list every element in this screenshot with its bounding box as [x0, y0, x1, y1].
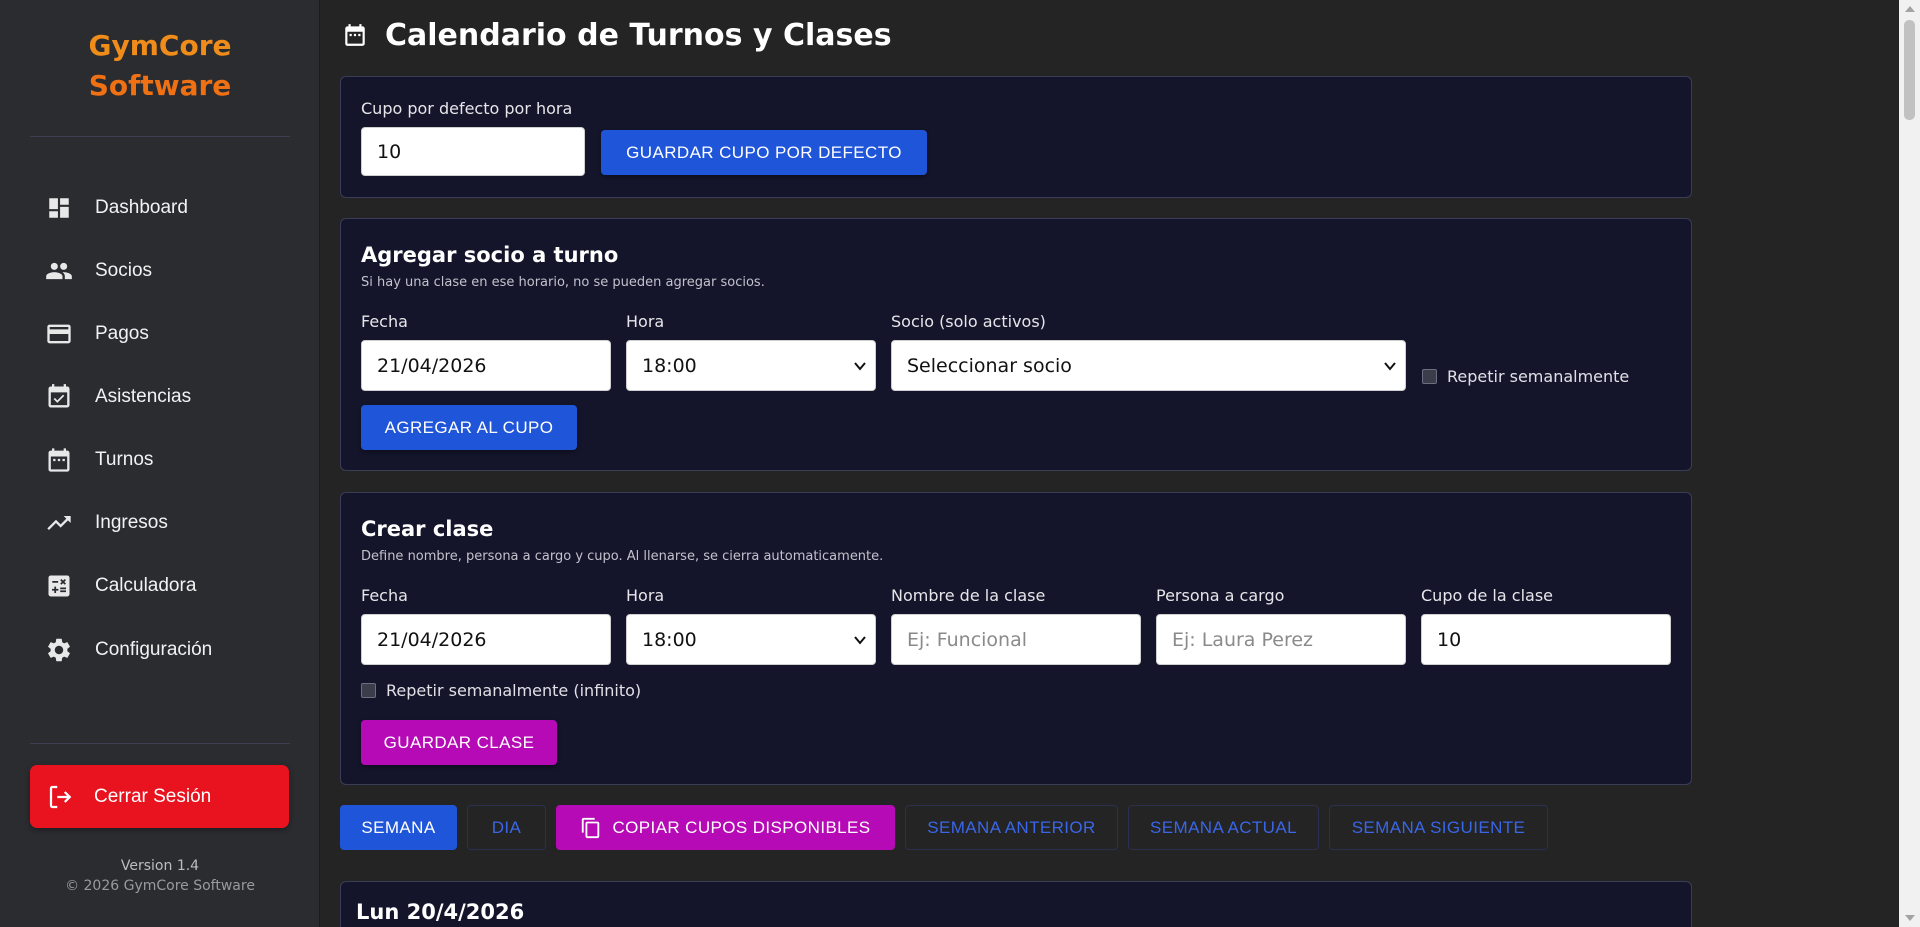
sidebar-item-label: Socios [95, 260, 153, 281]
calendar-icon [341, 21, 369, 49]
member-label: Socio (solo activos) [891, 312, 1046, 331]
brand-line-2: Software [88, 69, 232, 102]
repeat-infinite-label: Repetir semanalmente (infinito) [386, 681, 642, 700]
default-capacity-input[interactable]: 10 [361, 127, 585, 176]
add-member-card: Agregar socio a turno Si hay una clase e… [340, 218, 1692, 471]
chevron-down-icon [853, 631, 867, 653]
date-label: Fecha [361, 586, 408, 605]
hour-select-value: 18:00 [642, 354, 697, 377]
sidebar-item-dashboard[interactable]: Dashboard [30, 183, 290, 233]
day-title: Lun 20/4/2026 [356, 900, 525, 924]
chevron-down-icon [853, 357, 867, 379]
sidebar-divider [30, 136, 290, 137]
people-icon [44, 256, 74, 286]
page-header: Calendario de Turnos y Clases [341, 14, 892, 56]
hour-label: Hora [626, 586, 665, 605]
credit-card-icon [44, 319, 74, 349]
add-member-title: Agregar socio a turno [361, 243, 619, 267]
tab-day[interactable]: DIA [467, 805, 546, 850]
create-class-subtitle: Define nombre, persona a cargo y cupo. A… [361, 549, 884, 564]
hour-label: Hora [626, 312, 665, 331]
add-to-slot-button[interactable]: AGREGAR AL CUPO [361, 405, 577, 450]
logout-icon [46, 782, 76, 812]
sidebar-item-label: Calculadora [95, 575, 197, 596]
logout-button[interactable]: Cerrar Sesión [30, 765, 289, 828]
main-content: Calendario de Turnos y Clases Cupo por d… [321, 0, 1899, 927]
repeat-weekly-checkbox[interactable] [1422, 369, 1437, 384]
sidebar-item-asistencias[interactable]: Asistencias [30, 372, 290, 422]
copyright: © 2026 GymCore Software [65, 878, 255, 894]
create-class-card: Crear clase Define nombre, persona a car… [340, 492, 1692, 785]
prev-week-button[interactable]: SEMANA ANTERIOR [905, 805, 1118, 850]
repeat-infinite-checkbox[interactable] [361, 683, 376, 698]
sidebar-item-label: Turnos [95, 449, 154, 470]
scroll-up-arrow-icon[interactable] [1905, 6, 1915, 12]
calendar-check-icon [44, 382, 74, 412]
sidebar-item-socios[interactable]: Socios [30, 246, 290, 296]
person-input[interactable]: Ej: Laura Perez [1156, 614, 1406, 665]
sidebar-item-calculadora[interactable]: Calculadora [30, 561, 290, 611]
copy-icon [580, 816, 602, 840]
default-capacity-card: Cupo por defecto por hora 10 GUARDAR CUP… [340, 76, 1692, 198]
sidebar-item-configuracion[interactable]: Configuración [30, 625, 290, 675]
calendar-icon [44, 445, 74, 475]
logout-label: Cerrar Sesión [94, 785, 212, 807]
repeat-weekly-label: Repetir semanalmente [1447, 367, 1630, 386]
sidebar-item-label: Dashboard [95, 197, 188, 218]
chevron-down-icon [1383, 357, 1397, 379]
scroll-down-arrow-icon[interactable] [1905, 915, 1915, 921]
date-input[interactable]: 21/04/2026 [361, 340, 611, 391]
sidebar-item-turnos[interactable]: Turnos [30, 435, 290, 485]
dashboard-icon [44, 193, 74, 223]
class-capacity-input[interactable]: 10 [1421, 614, 1671, 665]
sidebar-item-ingresos[interactable]: Ingresos [30, 498, 290, 548]
sidebar: GymCore Software Dashboard Socios Pagos … [0, 0, 320, 927]
class-date-input[interactable]: 21/04/2026 [361, 614, 611, 665]
class-name-input[interactable]: Ej: Funcional [891, 614, 1141, 665]
class-hour-select[interactable]: 18:00 [626, 614, 876, 665]
scrollbar-thumb[interactable] [1904, 20, 1915, 120]
gear-icon [44, 635, 74, 665]
class-hour-select-value: 18:00 [642, 628, 697, 651]
sidebar-item-pagos[interactable]: Pagos [30, 309, 290, 359]
member-select-value: Seleccionar socio [907, 354, 1072, 377]
app-version: Version 1.4 [120, 858, 200, 874]
add-member-subtitle: Si hay una clase en ese horario, no se p… [361, 275, 765, 290]
sidebar-item-label: Pagos [95, 323, 149, 344]
person-label: Persona a cargo [1156, 586, 1285, 605]
class-capacity-label: Cupo de la clase [1421, 586, 1553, 605]
trending-up-icon [44, 508, 74, 538]
save-default-capacity-button[interactable]: GUARDAR CUPO POR DEFECTO [601, 130, 927, 175]
brand-logo: GymCore Software [0, 26, 320, 106]
day-card: Lun 20/4/2026 [340, 881, 1692, 927]
member-select[interactable]: Seleccionar socio [891, 340, 1406, 391]
date-label: Fecha [361, 312, 408, 331]
scrollbar[interactable] [1899, 0, 1920, 927]
brand-line-1: GymCore [88, 29, 232, 62]
class-name-label: Nombre de la clase [891, 586, 1046, 605]
page-title: Calendario de Turnos y Clases [385, 17, 892, 53]
sidebar-item-label: Configuración [95, 639, 213, 660]
current-week-button[interactable]: SEMANA ACTUAL [1128, 805, 1319, 850]
sidebar-item-label: Ingresos [95, 512, 168, 533]
next-week-button[interactable]: SEMANA SIGUIENTE [1329, 805, 1548, 850]
calculator-icon [44, 571, 74, 601]
save-class-button[interactable]: GUARDAR CLASE [361, 720, 557, 765]
sidebar-divider [30, 743, 290, 744]
create-class-title: Crear clase [361, 517, 494, 541]
tab-week[interactable]: SEMANA [340, 805, 457, 850]
hour-select[interactable]: 18:00 [626, 340, 876, 391]
sidebar-item-label: Asistencias [95, 386, 192, 407]
copy-slots-label: COPIAR CUPOS DISPONIBLES [612, 817, 871, 837]
copy-slots-button[interactable]: COPIAR CUPOS DISPONIBLES [556, 805, 895, 850]
default-capacity-label: Cupo por defecto por hora [361, 99, 573, 118]
